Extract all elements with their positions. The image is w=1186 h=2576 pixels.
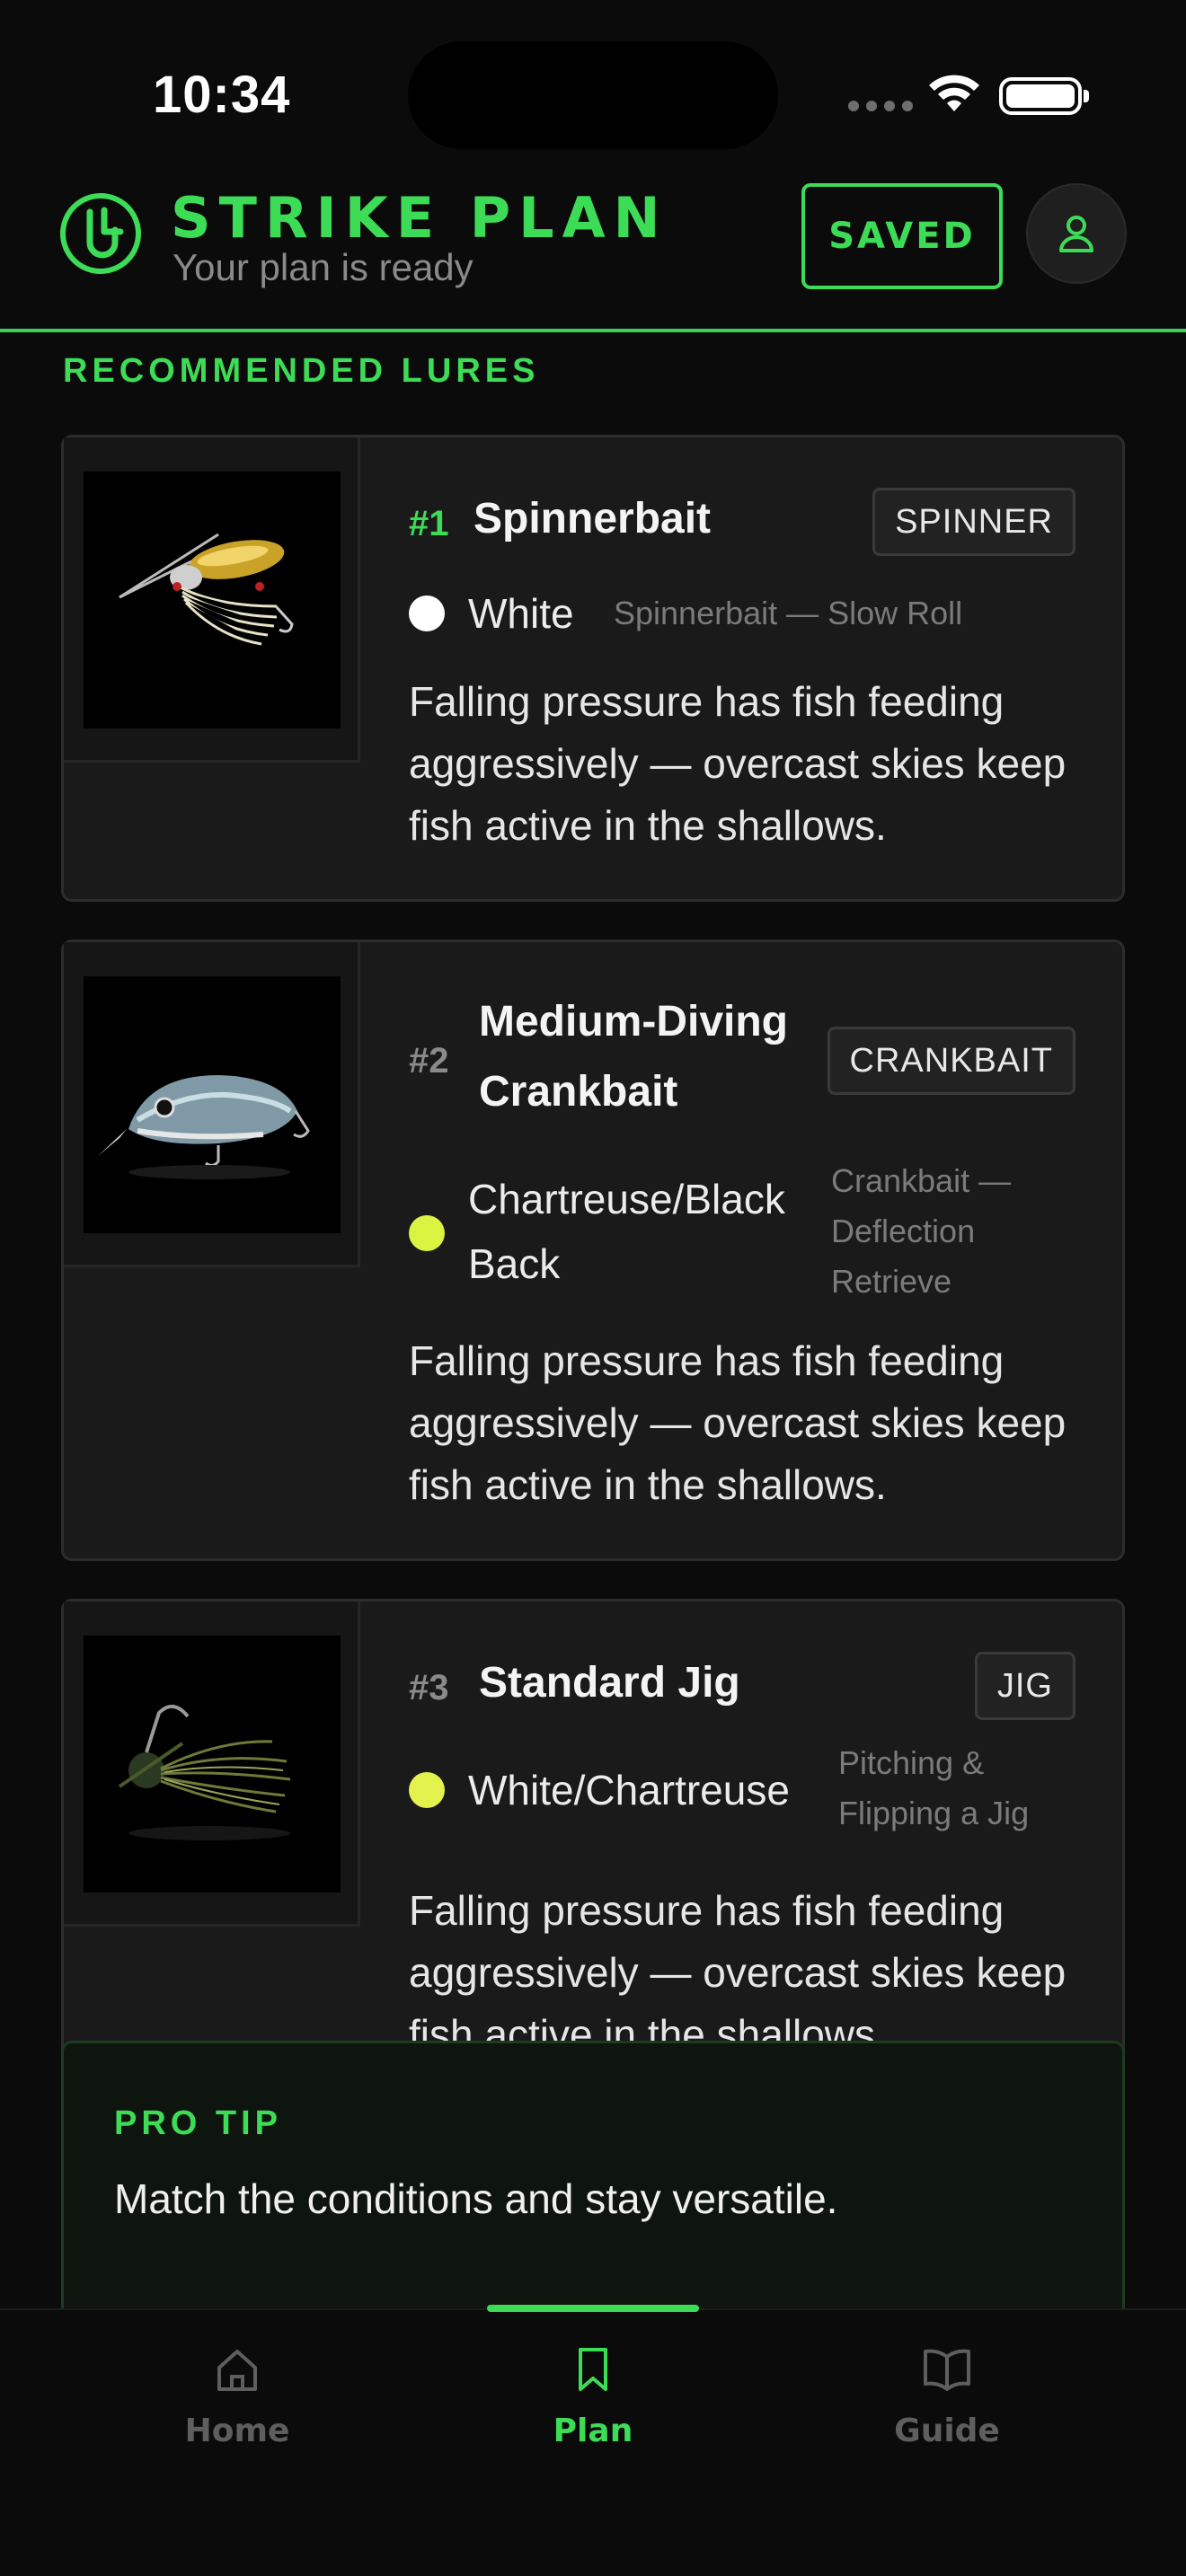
active-tab-indicator	[487, 2305, 699, 2312]
battery-icon	[999, 77, 1089, 115]
lure-technique: Pitching & Flipping a Jig	[838, 1744, 1030, 1831]
tab-plan[interactable]: Plan	[476, 2330, 710, 2456]
tab-home[interactable]: Home	[120, 2330, 354, 2456]
cellular-signal-icon	[848, 101, 913, 111]
dynamic-island	[408, 41, 778, 149]
app-title: STRIKE PLAN	[171, 185, 668, 251]
lure-type-badge: CRANKBAIT	[827, 1027, 1075, 1095]
section-heading: RECOMMENDED LURES	[63, 352, 540, 390]
lure-card[interactable]: #2 Medium-Diving Crankbait CRANKBAIT Cha…	[61, 940, 1125, 1561]
lure-type-badge: JIG	[974, 1652, 1075, 1720]
wifi-icon	[929, 75, 979, 111]
profile-button[interactable]	[1026, 183, 1127, 284]
app-header: STRIKE PLAN Your plan is ready SAVED	[0, 171, 1186, 332]
lure-reason: Falling pressure has fish feeding aggres…	[409, 1337, 1067, 1508]
lure-image-frame	[64, 1601, 360, 1927]
lure-image-frame	[64, 942, 360, 1267]
home-icon	[217, 2350, 257, 2391]
pro-tip-card: PRO TIP Match the conditions and stay ve…	[61, 2041, 1125, 2308]
lure-rank: #1	[409, 504, 449, 543]
pro-tip-text: Match the conditions and stay versatile.	[114, 2175, 838, 2222]
lure-reason: Falling pressure has fish feeding aggres…	[409, 678, 1067, 849]
lure-type-badge: SPINNER	[872, 488, 1075, 556]
lure-color-name: Chartreuse/Black Back	[468, 1176, 785, 1287]
status-bar: 10:34	[0, 0, 1186, 171]
tab-guide[interactable]: Guide	[830, 2330, 1064, 2456]
jig-image	[84, 1636, 341, 1892]
pro-tip-label: PRO TIP	[114, 2104, 283, 2142]
lure-color-swatch	[409, 1215, 445, 1251]
lure-image-frame	[64, 437, 360, 763]
spinnerbait-image	[84, 472, 341, 728]
plan-content[interactable]: RECOMMENDED LURES #1 Spinnerbait SPINNER…	[0, 336, 1186, 2308]
app-screen: 10:34 STRIKE PLAN Your plan is ready SAV…	[0, 0, 1186, 2576]
lure-name: Spinnerbait	[474, 495, 712, 543]
tab-label: Guide	[894, 2413, 1000, 2449]
lure-reason: Falling pressure has fish feeding aggres…	[409, 1887, 1067, 2058]
lure-technique: Spinnerbait — Slow Roll	[614, 595, 963, 631]
lure-color-swatch	[409, 595, 445, 631]
saved-button[interactable]: SAVED	[801, 183, 1003, 289]
tab-label: Plan	[553, 2413, 633, 2449]
lure-color-swatch	[409, 1772, 445, 1808]
lure-rank: #2	[409, 1041, 449, 1081]
app-subtitle: Your plan is ready	[173, 246, 474, 288]
lure-name: Medium-Diving Crankbait	[479, 998, 788, 1116]
strike-logo-icon	[60, 193, 141, 274]
book-icon	[924, 2349, 970, 2391]
lure-rank: #3	[409, 1668, 449, 1707]
lure-color-name: White	[468, 590, 574, 637]
status-time: 10:34	[153, 66, 291, 124]
lure-card[interactable]: #1 Spinnerbait SPINNER White Spinnerbait…	[61, 435, 1125, 902]
tab-bar: Home Plan Guide	[0, 2305, 1186, 2576]
crankbait-image	[84, 976, 341, 1233]
bookmark-icon	[579, 2348, 607, 2391]
lure-color-name: White/Chartreuse	[468, 1767, 790, 1813]
lure-name: Standard Jig	[479, 1659, 740, 1707]
user-icon	[1059, 216, 1093, 252]
lure-technique: Crankbait — Deflection Retrieve	[831, 1162, 1012, 1300]
tab-label: Home	[184, 2413, 290, 2449]
